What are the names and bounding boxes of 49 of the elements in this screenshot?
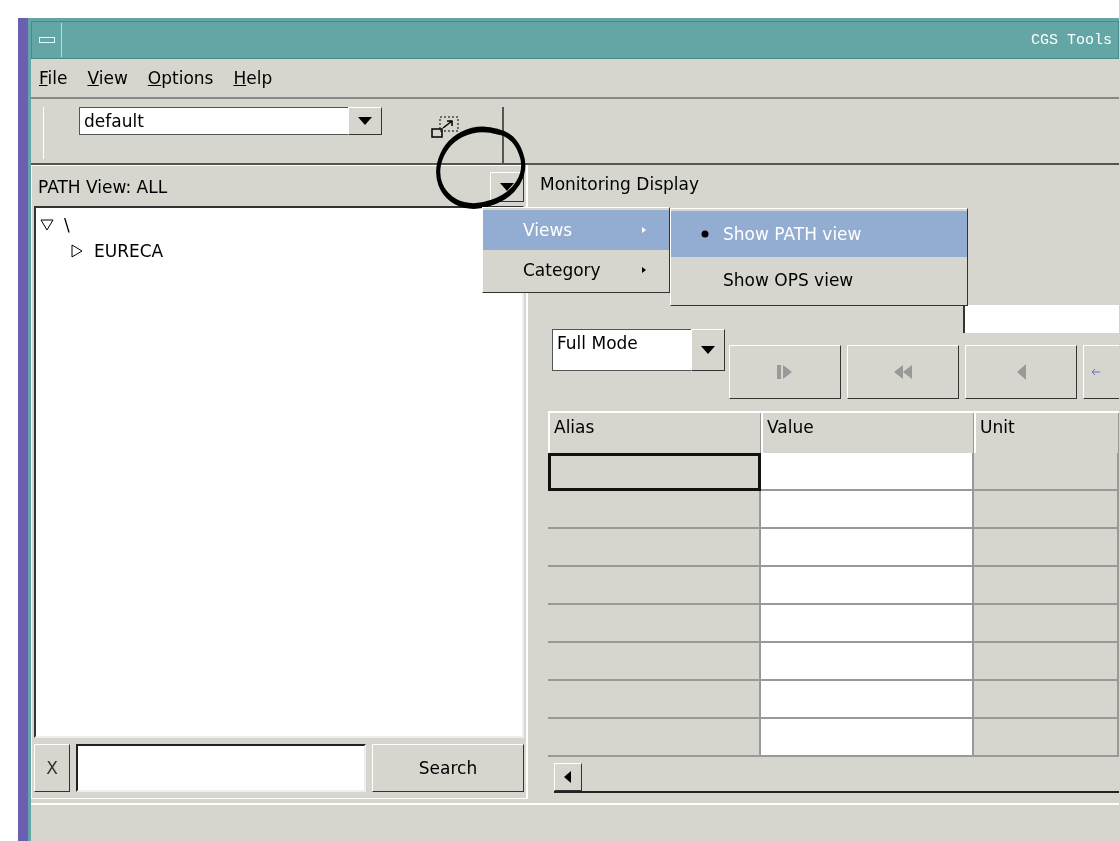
scroll-left-icon[interactable] [564,771,572,783]
rewind-button[interactable] [847,345,959,399]
submenu-arrow-icon [641,227,647,233]
menu-item[interactable]: Show OPS view [671,257,967,303]
window-title: CGS Tools [1031,31,1113,49]
column-header[interactable]: Unit [974,413,1119,453]
table-cell[interactable] [974,453,1119,491]
rewind-icon [892,363,914,381]
menu-item[interactable]: Help [233,68,273,88]
table-cell[interactable] [761,643,974,681]
table-cell[interactable] [974,491,1119,529]
panel-title: Monitoring Display [540,173,699,196]
table-cell[interactable] [974,605,1119,643]
search-button[interactable]: Search [372,744,524,792]
clear-button[interactable]: X [34,744,70,792]
menu-item[interactable]: File [39,68,68,88]
table-cell[interactable] [548,453,761,491]
menu-item[interactable]: View [87,68,128,88]
step-back-button[interactable] [965,345,1077,399]
menu-item[interactable]: Category [483,250,669,290]
menu-item[interactable]: Options [147,68,214,88]
table-cell[interactable] [761,605,974,643]
tree-item[interactable]: EURECA [70,238,164,264]
search-field[interactable] [76,744,366,792]
toolbar-button[interactable] [1083,345,1119,399]
table-cell[interactable] [761,529,974,567]
dropdown-arrow-icon [499,182,515,192]
submenu-arrow-icon [641,267,647,273]
step-forward-button[interactable] [729,345,841,399]
table-cell[interactable] [974,643,1119,681]
expanded-triangle-icon[interactable] [40,218,54,232]
dropdown-arrow-icon [357,116,373,126]
table-cell[interactable] [761,453,974,491]
table-cell[interactable] [974,567,1119,605]
collapsed-triangle-icon[interactable] [70,244,84,258]
table-cell[interactable] [761,681,974,719]
tree-item[interactable]: \ [40,212,70,238]
path-view-label: PATH View: ALL [37,177,168,197]
dropdown-arrow-icon [700,345,716,355]
table-cell[interactable] [761,567,974,605]
horizontal-scrollbar[interactable] [554,763,1119,793]
table-cell[interactable] [974,529,1119,567]
table-cell[interactable] [974,681,1119,719]
table-cell[interactable] [761,491,974,529]
radio-dot-icon [701,230,709,238]
resize-icon[interactable] [430,115,460,141]
table-cell[interactable] [974,719,1119,757]
table-cell[interactable] [761,719,974,757]
column-header[interactable]: Alias [548,413,761,453]
